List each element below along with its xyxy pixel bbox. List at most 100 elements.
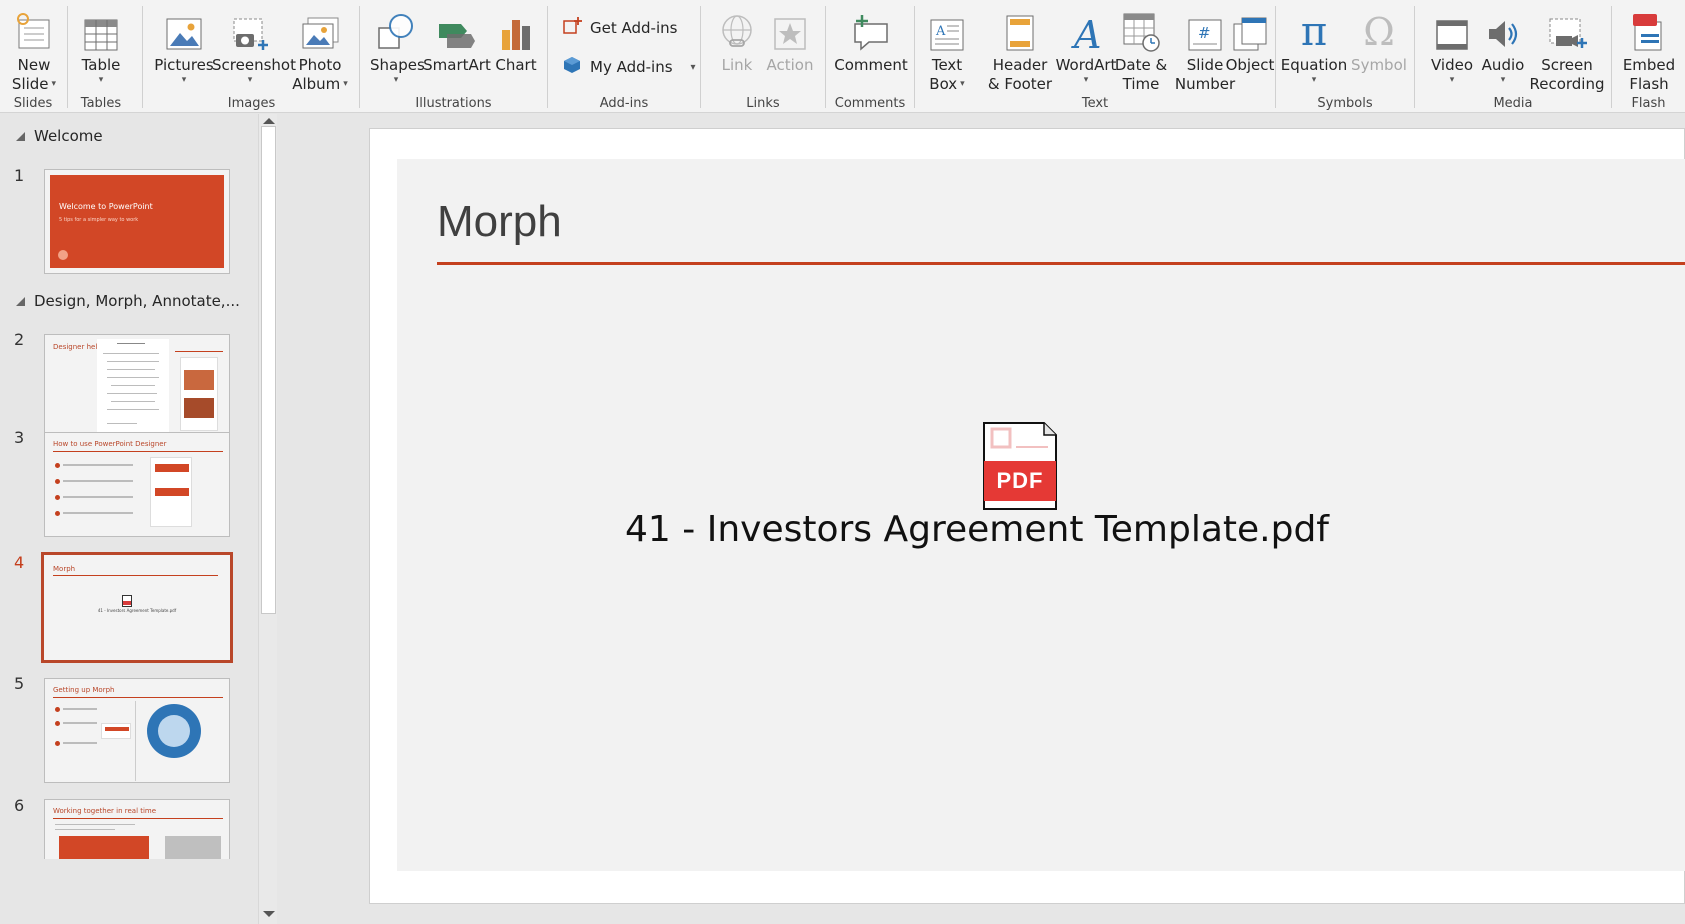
group-label-comments: Comments bbox=[834, 96, 906, 111]
group-text: A Text Box ▾ Header & Footer A WordArt ▾… bbox=[915, 0, 1275, 113]
chart-button[interactable]: Chart bbox=[490, 4, 542, 75]
shapes-label: Shapes bbox=[370, 56, 425, 74]
smartart-button[interactable]: SmartArt bbox=[422, 4, 492, 75]
svg-text:A: A bbox=[935, 24, 946, 39]
pi-icon: π bbox=[1300, 9, 1328, 55]
section-header-design[interactable]: Design, Morph, Annotate,... bbox=[16, 292, 240, 310]
equation-label: Equation bbox=[1280, 56, 1348, 74]
insert-ribbon: New Slide ▾ Slides Table ▾ Tables Pictur… bbox=[0, 0, 1685, 113]
chevron-down-icon: ▾ bbox=[1311, 75, 1317, 85]
chevron-down-icon[interactable]: ▾ bbox=[691, 62, 696, 73]
flash-icon bbox=[1618, 4, 1680, 56]
my-addins-button[interactable]: My Add-ins ▾ bbox=[562, 55, 696, 79]
group-flash: Embed Flash Flash bbox=[1612, 0, 1685, 113]
slide-thumbnail-pane: Welcome 1 Welcome to PowerPoint 5 tips f… bbox=[0, 114, 258, 924]
video-icon bbox=[1426, 4, 1478, 56]
thumb-subtitle: 5 tips for a simpler way to work bbox=[59, 217, 139, 223]
audio-label: Audio bbox=[1481, 56, 1525, 74]
group-label-flash: Flash bbox=[1631, 96, 1666, 111]
thumb-rule bbox=[53, 818, 223, 819]
shapes-icon bbox=[370, 4, 422, 56]
collapse-triangle-icon[interactable] bbox=[16, 296, 25, 306]
svg-text:A: A bbox=[1071, 14, 1101, 52]
photo-album-button[interactable]: Photo Album ▾ bbox=[283, 4, 357, 94]
chevron-down-icon: ▾ bbox=[247, 75, 253, 85]
thumb-title-background: Welcome to PowerPoint 5 tips for a simpl… bbox=[50, 175, 224, 268]
thumb-title: Getting up Morph bbox=[53, 686, 115, 694]
section-header-welcome[interactable]: Welcome bbox=[16, 127, 103, 145]
slide-editor: Morph PDF 41 - Investors Agreement Templ… bbox=[278, 114, 1685, 924]
thumb-phone-image bbox=[180, 357, 218, 431]
embedded-file-name[interactable]: 41 - Investors Agreement Template.pdf bbox=[397, 509, 1557, 550]
slide-thumbnail-5[interactable]: Getting up Morph bbox=[44, 678, 230, 783]
group-links: Link Action Links bbox=[701, 0, 825, 113]
group-label-symbols: Symbols bbox=[1317, 96, 1373, 111]
pdf-badge-label: PDF bbox=[996, 468, 1044, 493]
screenshot-button[interactable]: Screenshot ▾ bbox=[212, 4, 296, 85]
scroll-down-arrow-icon[interactable] bbox=[263, 911, 275, 917]
thumb-title: How to use PowerPoint Designer bbox=[53, 440, 167, 448]
thumb-rule bbox=[53, 575, 218, 576]
slide-thumbnail-3[interactable]: How to use PowerPoint Designer bbox=[44, 432, 230, 537]
group-label-tables: Tables bbox=[80, 96, 122, 111]
embed-flash-label-1: Embed bbox=[1622, 56, 1676, 74]
smartart-icon bbox=[422, 4, 492, 56]
embed-flash-label-2: Flash bbox=[1629, 75, 1669, 93]
chevron-down-icon: ▾ bbox=[98, 75, 104, 85]
slide-content-area: Morph PDF 41 - Investors Agreement Templ… bbox=[397, 159, 1685, 871]
equation-button[interactable]: π Equation ▾ bbox=[1280, 4, 1348, 85]
link-button[interactable]: Link bbox=[713, 4, 761, 75]
action-button[interactable]: Action bbox=[761, 4, 819, 75]
addins-store-icon bbox=[562, 16, 582, 40]
photo-album-label-1: Photo bbox=[298, 56, 342, 74]
group-addins: Get Add-ins My Add-ins ▾ Add-ins bbox=[548, 0, 700, 113]
scrollbar-thumb[interactable] bbox=[261, 126, 276, 614]
group-label-media: Media bbox=[1493, 96, 1533, 111]
action-label: Action bbox=[766, 56, 814, 74]
slide-thumbnail-6[interactable]: Working together in real time bbox=[44, 799, 230, 859]
chart-label: Chart bbox=[495, 56, 537, 74]
text-box-label-2: Box bbox=[929, 75, 958, 93]
current-slide[interactable]: Morph PDF 41 - Investors Agreement Templ… bbox=[369, 128, 1685, 904]
screenshot-label: Screenshot bbox=[212, 56, 296, 74]
thumb-rule bbox=[175, 351, 223, 352]
pdf-icon bbox=[122, 595, 132, 607]
text-box-button[interactable]: A Text Box ▾ bbox=[923, 4, 971, 94]
shapes-button[interactable]: Shapes ▾ bbox=[370, 4, 425, 85]
screen-recording-button[interactable]: Screen Recording bbox=[1527, 4, 1607, 94]
chevron-down-icon: ▾ bbox=[1500, 75, 1506, 85]
slide-title[interactable]: Morph bbox=[437, 197, 562, 247]
new-slide-label-1: New bbox=[17, 56, 51, 74]
get-addins-button[interactable]: Get Add-ins bbox=[562, 16, 677, 40]
screen-recording-icon bbox=[1527, 4, 1607, 56]
title-underline-rule bbox=[437, 262, 1685, 265]
slide-thumbnail-2[interactable]: Designer helps you bbox=[44, 334, 230, 439]
comment-button[interactable]: Comment bbox=[834, 4, 908, 75]
smartart-label: SmartArt bbox=[423, 56, 491, 74]
pictures-label: Pictures bbox=[154, 56, 214, 74]
chevron-down-icon: ▾ bbox=[1449, 75, 1455, 85]
audio-button[interactable]: Audio ▾ bbox=[1478, 4, 1528, 85]
thumb-caption: 41 - Investors Agreement Template.pdf bbox=[97, 608, 177, 613]
slide-thumbnail-1[interactable]: Welcome to PowerPoint 5 tips for a simpl… bbox=[44, 169, 230, 274]
pictures-button[interactable]: Pictures ▾ bbox=[152, 4, 216, 85]
thumbnail-scrollbar[interactable] bbox=[258, 114, 277, 924]
text-box-icon: A bbox=[923, 4, 971, 56]
speaker-icon bbox=[1478, 4, 1528, 56]
collapse-triangle-icon[interactable] bbox=[16, 131, 25, 141]
scroll-up-arrow-icon[interactable] bbox=[263, 118, 275, 124]
embed-flash-button[interactable]: Embed Flash bbox=[1618, 4, 1680, 94]
table-button[interactable]: Table ▾ bbox=[74, 4, 128, 85]
video-button[interactable]: Video ▾ bbox=[1426, 4, 1478, 85]
section-label: Welcome bbox=[34, 127, 103, 145]
thumb-rule bbox=[53, 451, 223, 452]
section-label: Design, Morph, Annotate,... bbox=[34, 292, 240, 310]
symbol-button[interactable]: Ω Symbol bbox=[1350, 4, 1408, 75]
group-images: Pictures ▾ Screenshot ▾ Photo Album ▾ Im… bbox=[143, 0, 360, 113]
slide-thumbnail-4-selected[interactable]: Morph 41 - Investors Agreement Template.… bbox=[41, 552, 233, 663]
pdf-file-icon[interactable]: PDF bbox=[982, 421, 1058, 515]
new-slide-button[interactable]: New Slide ▾ bbox=[4, 4, 64, 94]
action-icon bbox=[761, 4, 819, 56]
group-tables: Table ▾ Tables bbox=[68, 0, 134, 113]
thumb-title: Welcome to PowerPoint bbox=[59, 202, 153, 211]
